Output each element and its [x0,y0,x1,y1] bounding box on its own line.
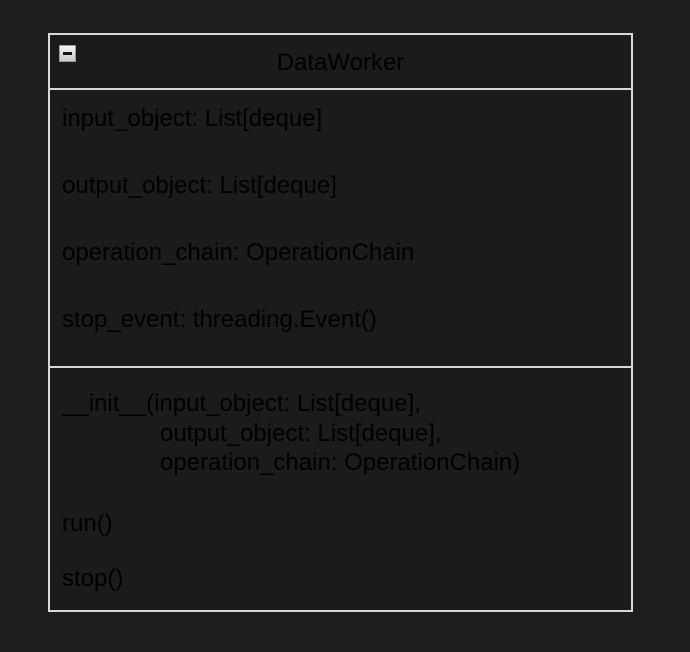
class-name: DataWorker [276,49,405,76]
method-init-line-2: output_object: List[deque], [160,419,442,447]
method-stop: stop() [62,565,124,592]
method-init-line-3: operation_chain: OperationChain) [160,449,521,476]
method-init: __init__(input_object: List[deque], outp… [62,389,520,478]
class-header: DataWorker [50,35,631,90]
uml-class-box[interactable]: DataWorker input_object: List[deque] out… [48,33,633,612]
attribute-stop-event: stop_event: threading.Event() [62,306,377,333]
attribute-operation-chain: operation_chain: OperationChain [62,239,415,266]
attribute-output-object: output_object: List[deque] [62,172,337,199]
attribute-input-object: input_object: List[deque] [62,105,323,132]
attributes-compartment: input_object: List[deque] output_object:… [50,90,631,368]
method-init-line-1: __init__(input_object: List[deque], [62,390,421,417]
method-run: run() [62,510,113,537]
